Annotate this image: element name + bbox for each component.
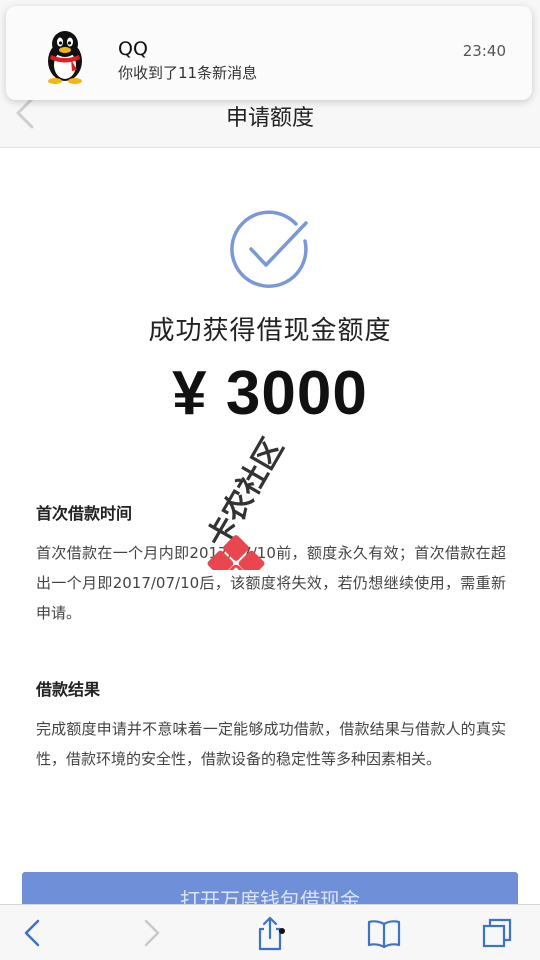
notification-message: 你收到了11条新消息 [118, 64, 258, 82]
page-title: 申请额度 [225, 106, 314, 131]
section-title: 借款结果 [36, 680, 101, 699]
qq-penguin-icon [48, 31, 82, 84]
check-circle-icon [230, 210, 308, 288]
back-icon[interactable] [14, 915, 50, 951]
notification-time: 23:40 [462, 42, 506, 60]
notification-banner[interactable]: QQ 你收到了11条新消息 23:40 [6, 6, 532, 100]
success-title: 成功获得借现金额度 [148, 316, 392, 346]
loan-result-section: 借款结果 完成额度申请并不意味着一定能够成功借款，借款结果与借款人的真实性，借款… [36, 676, 506, 774]
bookmarks-icon[interactable] [366, 915, 402, 951]
app-screen: 申请额度 QQ 你收到了11条新消息 23:40 成功获得借现金额度 ¥ 300… [0, 0, 540, 960]
notification-app-name: QQ [118, 38, 148, 60]
browser-toolbar [0, 904, 540, 960]
section-body: 完成额度申请并不意味着一定能够成功借款，借款结果与借款人的真实性，借款环境的安全… [36, 720, 506, 768]
forward-icon[interactable] [134, 915, 170, 951]
section-title: 首次借款时间 [36, 504, 133, 523]
credit-amount: ¥ 3000 [172, 359, 368, 428]
tabs-icon[interactable] [480, 915, 516, 951]
share-icon[interactable] [252, 915, 288, 951]
section-body: 首次借款在一个月内即2017/07/10前，额度永久有效；首次借款在超出一个月即… [36, 544, 506, 622]
first-loan-time-section: 首次借款时间 首次借款在一个月内即2017/07/10前，额度永久有效；首次借款… [36, 500, 506, 628]
